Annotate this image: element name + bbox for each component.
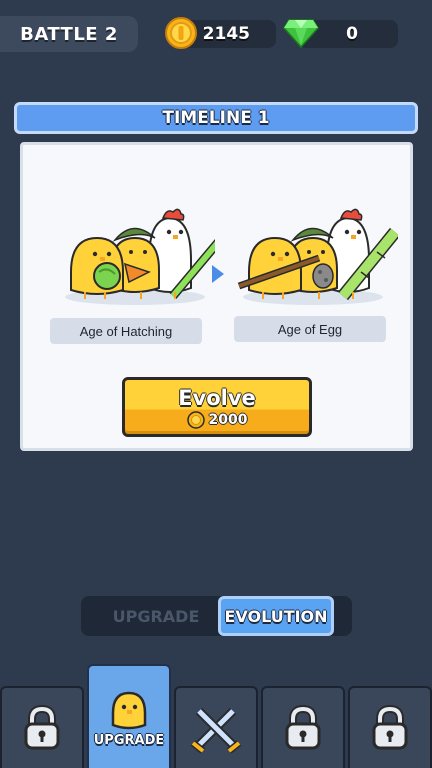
nav-tab-upgrade-label: UPGRADE xyxy=(93,732,165,748)
tab-evolution-label: EVOLUTION xyxy=(224,606,328,626)
tab-upgrade[interactable]: UPGRADE xyxy=(95,600,217,632)
evolve-cost: 2000 xyxy=(186,410,248,429)
gem-icon xyxy=(283,19,319,49)
age-of-egg-illustration xyxy=(237,208,398,305)
evolve-button[interactable]: Evolve 2000 xyxy=(122,377,312,437)
bottom-nav: UPGRADE xyxy=(0,664,432,768)
top-bar: BATTLE 2 2145 0 xyxy=(0,0,432,70)
evolution-card: Age of Hatching Age of Egg Evolve 2000 xyxy=(20,142,413,451)
nav-tab-locked-1[interactable] xyxy=(0,686,84,768)
timeline-header: TIMELINE 1 xyxy=(14,102,418,134)
lock-icon xyxy=(24,705,60,750)
next-age-label: Age of Egg xyxy=(234,316,386,342)
crossed-swords-icon xyxy=(190,707,242,754)
current-age-label: Age of Hatching xyxy=(50,318,202,344)
tab-evolution[interactable]: EVOLUTION xyxy=(218,596,334,636)
battle-indicator: BATTLE 2 xyxy=(0,16,138,52)
coin-amount: 2145 xyxy=(202,24,250,44)
coin-icon xyxy=(165,17,197,49)
lock-icon xyxy=(372,705,408,750)
nav-tab-battle[interactable] xyxy=(174,686,258,768)
nav-tab-upgrade[interactable]: UPGRADE xyxy=(87,664,171,768)
chick-icon xyxy=(111,691,147,729)
lock-icon xyxy=(285,705,321,750)
gem-amount: 0 xyxy=(346,24,358,44)
coin-icon xyxy=(186,410,205,429)
nav-tab-locked-2[interactable] xyxy=(261,686,345,768)
timeline-title: TIMELINE 1 xyxy=(162,108,270,128)
nav-tab-locked-3[interactable] xyxy=(348,686,432,768)
evolve-button-label: Evolve xyxy=(178,385,256,410)
next-age-text: Age of Egg xyxy=(277,321,343,337)
battle-label: BATTLE 2 xyxy=(20,23,118,45)
current-age-text: Age of Hatching xyxy=(79,323,173,339)
tab-upgrade-label: UPGRADE xyxy=(112,606,200,626)
mode-toggle: UPGRADE EVOLUTION xyxy=(81,596,352,636)
age-of-hatching-illustration xyxy=(65,208,215,305)
evolve-cost-amount: 2000 xyxy=(208,411,248,428)
